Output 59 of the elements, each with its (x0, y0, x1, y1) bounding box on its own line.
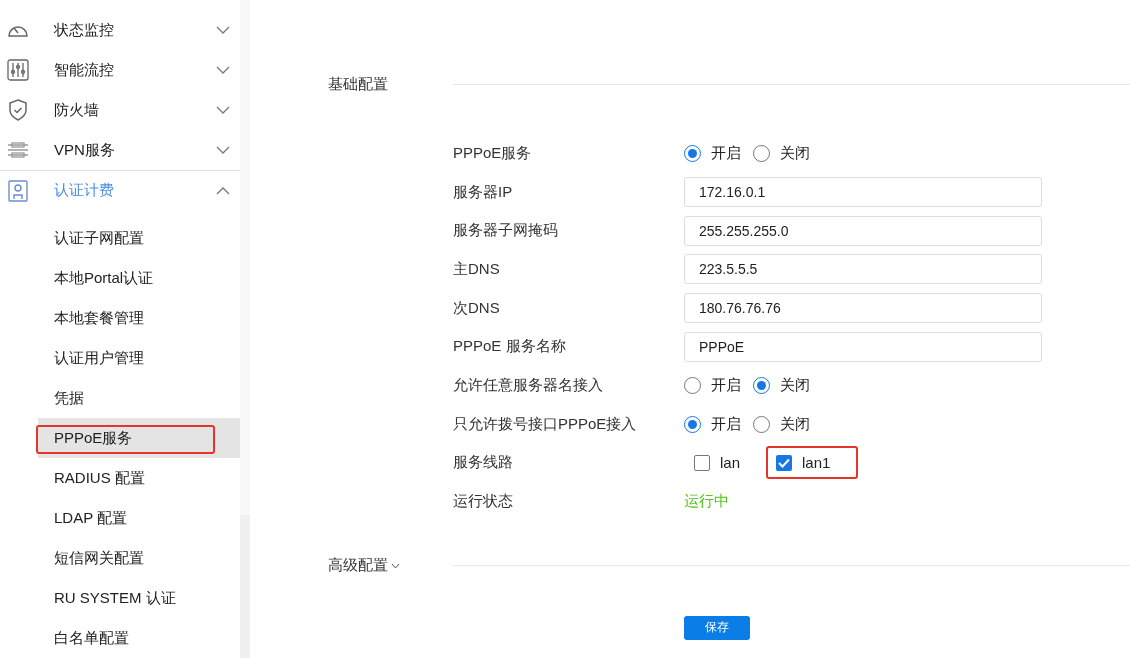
status-text: 运行中 (684, 492, 729, 512)
chevron-down-icon (216, 26, 230, 34)
field-label: 运行状态 (453, 492, 514, 512)
chevron-up-icon (216, 186, 230, 195)
sidebar-subitem[interactable]: 本地套餐管理 (38, 298, 240, 338)
option-label: 关闭 (780, 143, 810, 163)
sidebar-subitem[interactable]: 本地Portal认证 (38, 258, 240, 298)
input-field[interactable]: 180.76.76.76 (684, 293, 1042, 324)
field-label: 允许任意服务器名接入 (453, 375, 604, 395)
option-label: 关闭 (780, 414, 810, 434)
menu-label: 智能流控 (54, 60, 115, 80)
sidebar-menu-item[interactable]: VPN服务 (0, 130, 240, 170)
chevron-down-icon (216, 66, 230, 74)
sidebar-menu-item[interactable]: 防火墙 (0, 90, 240, 130)
sidebar-subitem[interactable]: 认证用户管理 (38, 338, 240, 378)
sidebar-subitem[interactable]: 短信网关配置 (38, 538, 240, 578)
menu-label: VPN服务 (54, 140, 116, 160)
field-label: 服务器IP (453, 182, 514, 202)
field-label: PPPoE 服务名称 (453, 337, 567, 357)
input-field[interactable]: 255.255.255.0 (684, 215, 1042, 246)
field-label: 服务线路 (453, 453, 514, 473)
sidebar-menu-item[interactable]: 状态监控 (0, 10, 240, 50)
sidebar-subitem[interactable]: 白名单配置 (38, 618, 240, 658)
option-label: 关闭 (780, 375, 810, 395)
sidebar-subitem[interactable]: 认证子网配置 (38, 218, 240, 258)
menu-label: 认证计费 (54, 181, 115, 200)
menu-label: 状态监控 (54, 20, 115, 40)
checkbox[interactable] (776, 454, 793, 471)
sliders-icon (6, 58, 30, 82)
save-button[interactable]: 保存 (684, 615, 750, 640)
option-label: 开启 (711, 143, 741, 163)
field-label: 主DNS (453, 259, 501, 279)
field-label: PPPoE服务 (453, 143, 533, 163)
sidebar-subitem[interactable]: PPPoE服务 (38, 418, 240, 458)
option-label: 开启 (711, 375, 741, 395)
input-field[interactable]: 223.5.5.5 (684, 254, 1042, 285)
sidebar-subitem[interactable]: RADIUS 配置 (38, 458, 240, 498)
field-label: 次DNS (453, 298, 501, 318)
option-label: 开启 (711, 414, 741, 434)
shield-icon (6, 98, 30, 122)
field-label: 服务器子网掩码 (453, 221, 559, 241)
option-label: lan (720, 454, 741, 472)
chevron-down-icon (391, 562, 400, 569)
input-field[interactable]: PPPoE (684, 331, 1042, 362)
section-toggle[interactable]: 高级配置 (328, 556, 453, 576)
chevron-down-icon (216, 146, 230, 154)
section-title: 基础配置 (328, 74, 389, 94)
sidebar-subitem[interactable]: RU SYSTEM 认证 (38, 578, 240, 618)
checkbox[interactable] (694, 454, 710, 471)
input-field[interactable]: 172.16.0.1 (684, 177, 1042, 208)
menu-label: 防火墙 (54, 100, 100, 120)
chevron-down-icon (216, 106, 230, 114)
sidebar-subitem[interactable]: LDAP 配置 (38, 498, 240, 538)
sidebar-subitem[interactable]: 凭据 (38, 378, 240, 418)
sidebar-menu-item[interactable]: 智能流控 (0, 50, 240, 90)
sidebar-menu-item[interactable]: 认证计费 (0, 170, 240, 210)
option-label: lan1 (802, 454, 831, 472)
field-label: 只允许拨号接口PPPoE接入 (453, 414, 638, 434)
document-user-icon (6, 178, 30, 203)
